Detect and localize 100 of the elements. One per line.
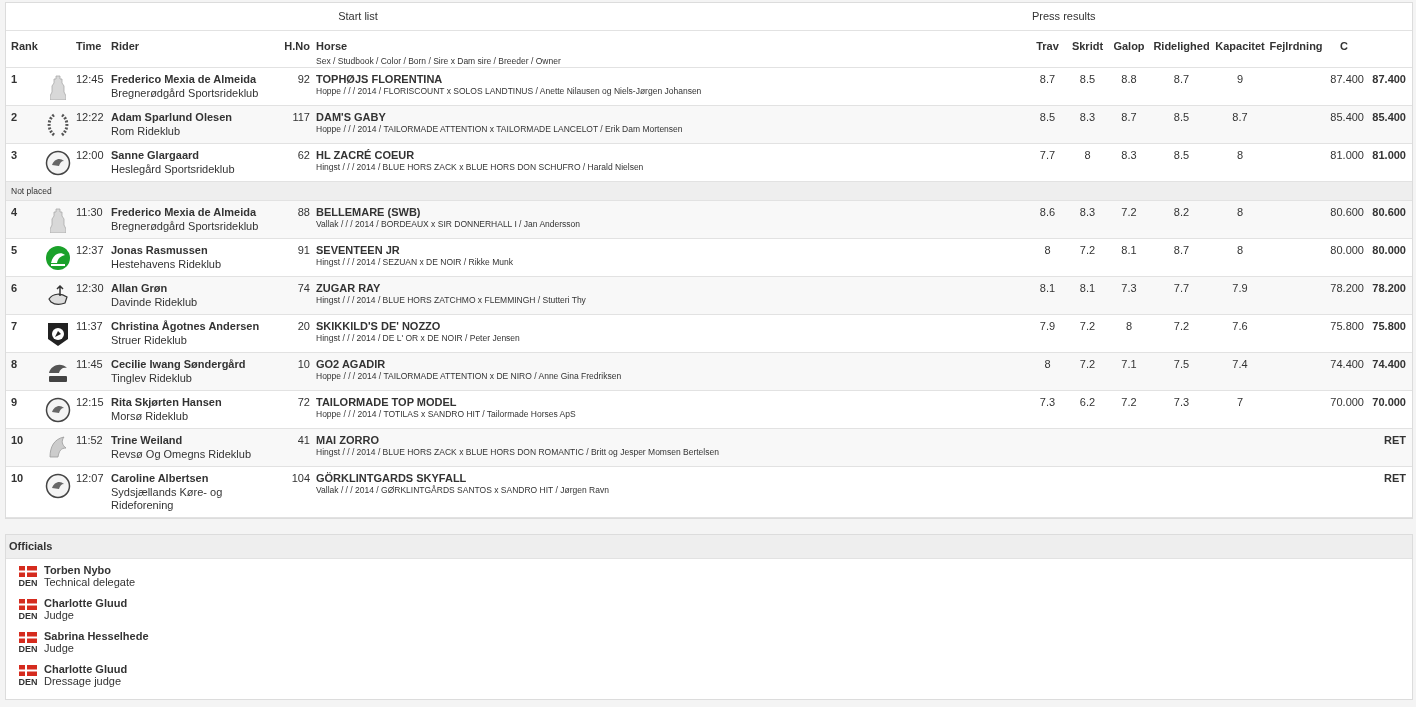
club-name: Tinglev Rideklub	[111, 372, 193, 385]
horse-details: Hingst / / / 2014 / BLUE HORS ZATCHMO x FLEMMINGH / Stutteri Thy	[316, 295, 587, 306]
score-cell-text: 87.400	[1330, 73, 1364, 87]
score-cell-text: 7.3	[1121, 282, 1137, 296]
club-name: Rom Rideklub	[111, 125, 182, 138]
score-cell-text: 8.1	[1079, 282, 1096, 296]
score-cell-text: 8.2	[1173, 206, 1190, 220]
horse-details: Hingst / / / 2014 / DE L' OR x DE NOIR / Peter Jensen	[316, 333, 521, 344]
table-cell-text: 12:15	[75, 396, 105, 410]
table-cell-text: 8	[11, 358, 19, 372]
score-cell-text: 8.5	[1039, 111, 1056, 125]
column-header: Time	[75, 39, 103, 54]
score-cell-text: 75.800	[1330, 320, 1364, 334]
score-cell-text: 7.2	[1079, 244, 1096, 258]
total-score: 78.200	[1372, 282, 1406, 296]
table-cell-text: 10	[11, 434, 25, 448]
club-logo-icon	[50, 207, 66, 233]
table-cell-text: 5	[11, 244, 19, 258]
total-score: 80.000	[1372, 244, 1406, 258]
denmark-flag-icon	[19, 665, 37, 676]
official-role: Technical delegate	[44, 576, 136, 588]
total-score: 75.800	[1372, 320, 1406, 334]
table-cell-text: 7	[11, 320, 19, 334]
table-cell-text: 12:37	[75, 244, 105, 258]
official-role: Judge	[44, 642, 75, 654]
table-cell-text: 88	[296, 206, 310, 220]
table-cell-text: 104	[290, 472, 310, 486]
horse-name: GO2 AGADIR	[316, 358, 387, 371]
club-name: Davinde Rideklub	[111, 296, 199, 309]
score-cell-text: 6.2	[1079, 396, 1096, 410]
score-cell-text: 85.400	[1330, 111, 1364, 125]
table-cell-text: 11:30	[75, 206, 104, 220]
total-score: 87.400	[1372, 73, 1406, 87]
column-header: Fejlrdning	[1269, 39, 1323, 54]
rider-name: Trine Weiland	[111, 434, 184, 447]
horse-name: SEVENTEEN JR	[316, 244, 401, 257]
score-cell-text: 8.8	[1121, 73, 1137, 87]
score-cell-text: 7.3	[1039, 396, 1056, 410]
horse-name: MAI ZORRO	[316, 434, 380, 447]
total-score: 70.000	[1372, 396, 1406, 410]
country-code: DEN	[18, 577, 38, 589]
total-score: 81.000	[1372, 149, 1406, 163]
horse-details: Vallak / / / 2014 / BORDEAUX x SIR DONNERHALL I / Jan Andersson	[316, 219, 582, 230]
official-role: Dressage judge	[44, 675, 123, 687]
score-cell-text: 7.2	[1079, 320, 1096, 334]
total-score: 74.400	[1372, 358, 1406, 372]
table-cell-text: 11:52	[75, 434, 104, 448]
country-code: DEN	[18, 676, 38, 688]
score-cell-text: 8.1	[1121, 244, 1137, 258]
table-cell-text: 91	[296, 244, 310, 258]
table-cell-text: 12:00	[75, 149, 105, 163]
score-cell-text: 7.9	[1232, 282, 1248, 296]
denmark-flag-icon	[19, 599, 37, 610]
horse-details: Hoppe / / / 2014 / TAILORMADE ATTENTION x TAILORMADE LANCELOT / Erik Dam Mortensen	[316, 124, 684, 135]
score-cell-text: 7.9	[1039, 320, 1056, 334]
table-cell-text: 62	[296, 149, 310, 163]
group-label: Not placed	[11, 184, 52, 198]
denmark-flag-icon	[19, 632, 37, 643]
score-cell-text: 8	[1084, 149, 1091, 163]
club-logo-icon	[45, 245, 71, 271]
table-cell-text: 10	[296, 358, 310, 372]
score-cell-text: 70.000	[1330, 396, 1364, 410]
score-cell-text: 8.1	[1039, 282, 1056, 296]
score-cell-text: 7.6	[1232, 320, 1248, 334]
table-cell-text: 1	[11, 73, 19, 87]
club-name: Heslegård Sportsrideklub	[111, 163, 236, 176]
horse-name: GÖRKLINTGARDS SKYFALL	[316, 472, 468, 485]
club-name: Revsø Og Omegns Rideklub	[111, 448, 252, 461]
score-cell-text: 7.7	[1173, 282, 1190, 296]
score-cell-text: 8	[1236, 244, 1244, 258]
column-header: H.No	[283, 39, 310, 54]
official-name: Charlotte Gluud	[44, 663, 128, 675]
column-header: Horse	[316, 39, 349, 54]
table-cell-text: 12:30	[75, 282, 105, 296]
rider-name: Allan Grøn	[111, 282, 169, 295]
rider-name: Frederico Mexia de Almeida	[111, 206, 258, 219]
column-header: Kapacitet	[1215, 39, 1265, 54]
column-header: Rank	[11, 39, 39, 54]
table-cell-text: 12:22	[75, 111, 105, 125]
score-cell-text: 8.5	[1173, 111, 1190, 125]
score-cell-text: 8	[1044, 358, 1051, 372]
denmark-flag-icon	[19, 566, 37, 577]
column-header: C	[1339, 39, 1349, 54]
score-cell-text: 7.5	[1173, 358, 1190, 372]
score-cell-text: 8.3	[1079, 111, 1096, 125]
total-score: RET	[1384, 434, 1406, 448]
club-logo-icon	[47, 435, 69, 461]
horse-details: Hingst / / / 2014 / SEZUAN x DE NOIR / Rikke Munk	[316, 257, 514, 268]
horse-name: ZUGAR RAY	[316, 282, 382, 295]
column-header: Galop	[1113, 39, 1145, 54]
table-cell-text: 117	[291, 111, 310, 125]
score-cell-text: 80.000	[1330, 244, 1364, 258]
club-name: Struer Rideklub	[111, 334, 188, 347]
table-cell-text: 72	[296, 396, 310, 410]
official-name: Charlotte Gluud	[44, 597, 128, 609]
score-cell-text: 8.5	[1079, 73, 1096, 87]
score-cell-text: 8.3	[1121, 149, 1137, 163]
horse-name: DAM'S GABY	[316, 111, 387, 124]
column-header: Trav	[1036, 39, 1059, 54]
score-cell-text: 8	[1125, 320, 1133, 334]
